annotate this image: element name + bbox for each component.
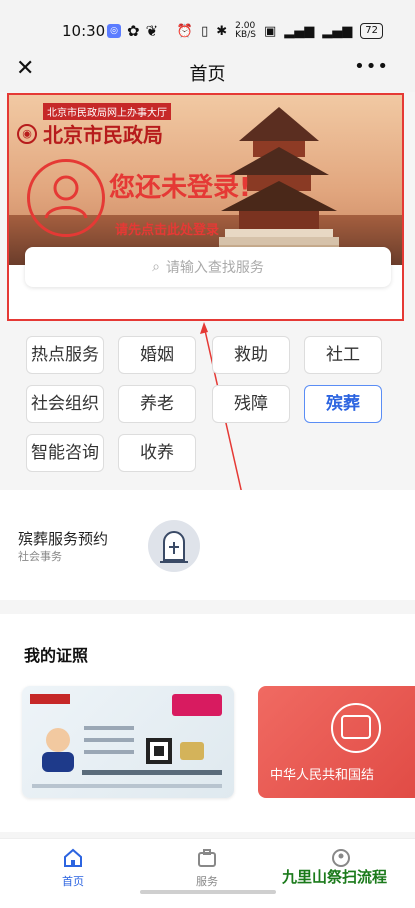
login-title[interactable]: 您还未登录! (109, 167, 251, 204)
watermark-text: 九里山祭扫流程 (282, 868, 388, 886)
tab-home-label: 首页 (62, 875, 84, 888)
home-icon (64, 848, 82, 867)
top-nav: ✕ 首页 ••• (0, 48, 415, 92)
tombstone-icon (148, 520, 200, 572)
status-right-icons: ⏰ ▯ ✱ 2.00 KB/S ▣ ▂▄▆ ▂▄▆ 72 (177, 22, 383, 40)
search-icon: ⌕ (152, 259, 160, 275)
status-left-icons: ◎ ✿ ❦ (107, 22, 158, 40)
notification-icon: ❦ (145, 22, 159, 40)
login-banner[interactable]: 北京市民政局网上办事大厅 ◉ 北京市民政局 您还未登录! 请先点击此处登录 ⌕ … (7, 93, 404, 321)
org-logo: ◉ 北京市民政局 (17, 119, 163, 148)
beijing-card-image[interactable] (22, 686, 234, 798)
marriage-certificate-card[interactable]: 中华人民共和国结 (258, 686, 415, 798)
home-indicator[interactable] (140, 890, 276, 894)
marriage-card-title: 中华人民共和国结 (270, 768, 375, 783)
category-disability[interactable]: 残障 (212, 385, 290, 423)
org-small-label: 北京市民政局网上办事大厅 (43, 103, 171, 120)
category-marriage[interactable]: 婚姻 (118, 336, 196, 374)
search-placeholder: 请输入查找服务 (165, 260, 264, 276)
battery-icon: 72 (360, 23, 383, 39)
category-elderly-care[interactable]: 养老 (118, 385, 196, 423)
org-seal-icon: ◉ (17, 123, 37, 144)
more-icon[interactable]: ••• (354, 56, 389, 77)
login-subtitle[interactable]: 请先点击此处登录 (115, 219, 219, 238)
service-name: 殡葬服务预约 (18, 530, 109, 548)
tab-home[interactable]: 首页 (43, 847, 103, 889)
category-funeral[interactable]: 殡葬 (304, 385, 382, 423)
service-placeholder (208, 490, 415, 600)
status-time: 10:30 (62, 22, 106, 40)
alarm-icon: ⏰ (176, 23, 194, 39)
category-social-organization[interactable]: 社会组织 (26, 385, 104, 423)
app-badge-icon: ◎ (107, 24, 121, 38)
category-relief[interactable]: 救助 (212, 336, 290, 374)
status-bar: 10:30 ◎ ✿ ❦ ⏰ ▯ ✱ 2.00 KB/S ▣ ▂▄▆ ▂▄▆ 72 (0, 0, 415, 48)
service-item-funeral-appointment[interactable]: 殡葬服务预约 社会事务 (0, 490, 208, 600)
service-category: 社会事务 (18, 550, 62, 563)
category-adoption[interactable]: 收养 (118, 434, 196, 472)
tab-service-label: 服务 (196, 875, 218, 888)
certificates-heading: 我的证照 (24, 646, 89, 665)
hd-icon: ▣ (263, 23, 277, 39)
tab-service[interactable]: 服务 (177, 847, 237, 889)
page-title: 首页 (189, 64, 226, 85)
category-hot-services[interactable]: 热点服务 (26, 336, 104, 374)
signal-icon-2: ▂▄▆ (322, 23, 353, 39)
org-name: 北京市民政局 (43, 123, 163, 147)
my-certificates-section: 我的证照 中华人民共和国结 (0, 614, 415, 832)
briefcase-icon (198, 849, 216, 867)
avatar-icon[interactable] (27, 159, 105, 237)
category-smart-consult[interactable]: 智能咨询 (26, 434, 104, 472)
bluetooth-icon: ✱ (216, 23, 228, 39)
network-speed: 2.00 KB/S (235, 22, 256, 40)
search-input[interactable]: ⌕ 请输入查找服务 (25, 247, 391, 287)
category-social-work[interactable]: 社工 (304, 336, 382, 374)
vibrate-icon: ▯ (201, 23, 209, 39)
network-speed-unit: KB/S (235, 30, 256, 40)
app-icon: ✿ (127, 22, 140, 40)
signal-icon-1: ▂▄▆ (284, 23, 315, 39)
